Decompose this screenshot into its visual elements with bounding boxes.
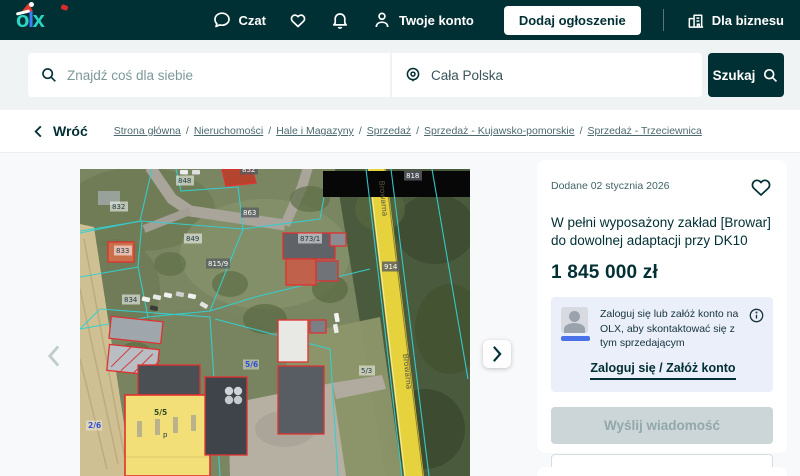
santa-hat-pom <box>29 2 34 7</box>
posted-date: Dodane 02 stycznia 2026 <box>551 180 670 192</box>
seller-avatar-blurred <box>561 307 591 351</box>
breadcrumb-hale-magazyny[interactable]: Hale i Magazyny <box>276 125 354 137</box>
gift-bow-icon <box>60 4 69 11</box>
search-submit-label: Szukaj <box>712 67 756 83</box>
search-submit-button[interactable]: Szukaj <box>708 53 784 97</box>
svg-text:849: 849 <box>186 235 199 243</box>
search-submit-icon <box>764 68 778 82</box>
svg-text:5/3: 5/3 <box>361 367 372 375</box>
for-business-button[interactable]: Dla biznesu <box>686 11 784 30</box>
top-navigation-bar: o l x Czat Twoje konto Dodaj ogłoszenie … <box>0 0 800 40</box>
svg-text:873/1: 873/1 <box>300 235 320 243</box>
login-register-link[interactable]: Zaloguj się / Załóż konto <box>590 361 736 381</box>
notifications-button[interactable] <box>330 10 350 30</box>
location-value: Cała Polska <box>431 67 504 83</box>
back-label: Wróć <box>53 123 88 139</box>
chevron-left-icon <box>47 345 60 367</box>
info-icon[interactable] <box>749 307 765 351</box>
post-ad-button[interactable]: Dodaj ogłoszenie <box>503 5 641 35</box>
heart-icon <box>290 14 306 28</box>
location-field[interactable]: Cała Polska <box>392 53 702 97</box>
bell-icon <box>332 13 348 29</box>
breadcrumb-sprzedaz[interactable]: Sprzedaż <box>367 125 411 137</box>
gallery-prev-button[interactable] <box>42 342 66 370</box>
building-icon <box>688 14 703 28</box>
breadcrumb-bar: Wróć Strona główna / Nieruchomości / Hal… <box>0 110 800 153</box>
breadcrumb-separator: / <box>358 125 362 137</box>
login-prompt-text: Zaloguj się lub załóż konto na OLX, aby … <box>600 308 739 350</box>
svg-text:p: p <box>163 431 168 439</box>
next-card-stub <box>537 467 787 476</box>
favorites-button[interactable] <box>288 10 308 30</box>
account-button[interactable]: Twoje konto <box>372 10 474 30</box>
svg-text:834: 834 <box>124 296 138 304</box>
chevron-left-icon <box>34 125 42 137</box>
heart-icon <box>751 179 771 196</box>
svg-text:5/5: 5/5 <box>154 408 167 417</box>
chat-button[interactable]: Czat <box>212 10 266 30</box>
svg-text:848: 848 <box>178 177 191 185</box>
chat-bubble-icon <box>213 12 230 28</box>
svg-text:833: 833 <box>116 247 129 255</box>
svg-text:818: 818 <box>406 172 419 180</box>
logo-letter-x: x <box>32 7 45 32</box>
svg-text:2/6: 2/6 <box>88 421 101 430</box>
favorite-listing-button[interactable] <box>749 176 773 201</box>
map-redacted-area <box>323 171 470 197</box>
login-prompt-box: Zaloguj się lub załóż konto na OLX, aby … <box>551 297 773 393</box>
olx-logo[interactable]: o l x <box>15 2 74 35</box>
svg-text:914: 914 <box>384 263 398 271</box>
chevron-right-icon <box>493 346 502 362</box>
search-input[interactable] <box>67 67 378 83</box>
search-field-wrap <box>28 53 390 97</box>
breadcrumb: Strona główna / Nieruchomości / Hale i M… <box>114 125 702 137</box>
listing-date-row: Dodane 02 stycznia 2026 <box>551 176 773 201</box>
back-button[interactable]: Wróć <box>32 123 88 139</box>
chat-label: Czat <box>238 12 266 28</box>
breadcrumb-separator: / <box>185 125 189 137</box>
search-section: Cała Polska Szukaj <box>0 40 800 110</box>
breadcrumb-trzeciewnica[interactable]: Sprzedaż - Trzeciewnica <box>588 125 702 137</box>
breadcrumb-separator: / <box>416 125 420 137</box>
svg-text:815/9: 815/9 <box>208 260 228 268</box>
send-message-button[interactable]: Wyślij wiadomość <box>551 407 773 445</box>
listing-photo-cadastral-map[interactable]: Browarna Browarna 848 852 818 832 863 84… <box>80 169 470 476</box>
header-divider <box>662 9 664 31</box>
listing-summary-card: Dodane 02 stycznia 2026 W pełni wyposażo… <box>537 160 787 476</box>
business-label: Dla biznesu <box>711 12 784 28</box>
svg-text:863: 863 <box>243 209 256 217</box>
breadcrumb-separator: / <box>268 125 272 137</box>
svg-text:5/6: 5/6 <box>245 360 258 369</box>
breadcrumb-kujawsko-pomorskie[interactable]: Sprzedaż - Kujawsko-pomorskie <box>424 125 575 137</box>
listing-title: W pełni wyposażony zakład [Browar] do do… <box>551 215 771 248</box>
olx-listing-page: o l x Czat Twoje konto Dodaj ogłoszenie … <box>0 0 800 476</box>
gallery-next-button[interactable] <box>483 340 511 368</box>
svg-text:852: 852 <box>242 169 255 174</box>
breadcrumb-separator: / <box>579 125 583 137</box>
location-pin-icon <box>406 67 420 82</box>
breadcrumb-home[interactable]: Strona główna <box>114 125 181 137</box>
seller-name-blurred-bar <box>561 336 590 342</box>
breadcrumb-nieruchomosci[interactable]: Nieruchomości <box>194 125 263 137</box>
person-icon <box>375 12 389 28</box>
listing-price: 1 845 000 zł <box>551 262 658 284</box>
header-actions: Czat Twoje konto Dodaj ogłoszenie Dla bi… <box>212 5 784 35</box>
account-label: Twoje konto <box>398 12 474 28</box>
search-icon <box>42 68 56 82</box>
svg-text:832: 832 <box>112 203 125 211</box>
